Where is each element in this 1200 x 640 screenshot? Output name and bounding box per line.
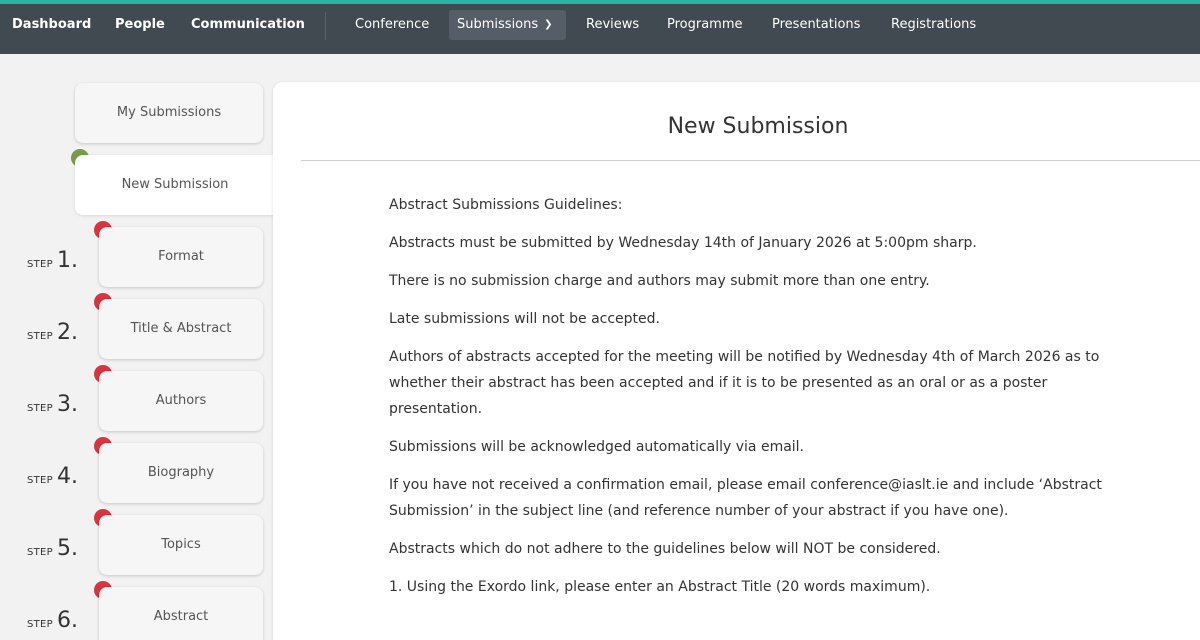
step-tab-authors[interactable]: Authors	[99, 371, 263, 431]
guidelines-text: Abstract Submissions Guidelines: Abstrac…	[389, 192, 1129, 612]
nav-communication[interactable]: Communication	[183, 10, 313, 40]
nav-presentations[interactable]: Presentations	[764, 10, 868, 40]
nav-dashboard[interactable]: Dashboard	[4, 10, 99, 40]
new-submission-tab[interactable]: New Submission	[75, 155, 275, 215]
step-tab-title-abstract[interactable]: Title & Abstract	[99, 299, 263, 359]
guideline-paragraph: Abstract Submissions Guidelines:	[389, 197, 623, 213]
guideline-paragraph: Abstracts which do not adhere to the gui…	[389, 541, 941, 557]
my-submissions-tab[interactable]: My Submissions	[75, 83, 263, 143]
nav-divider	[325, 12, 326, 40]
top-navigation: Dashboard People Communication Conferenc…	[0, 0, 1200, 54]
step-number-2: STEP 2.	[27, 320, 79, 345]
guideline-paragraph: Submissions will be acknowledged automat…	[389, 439, 805, 455]
guideline-paragraph: There is no submission charge and author…	[389, 273, 930, 289]
nav-programme[interactable]: Programme	[659, 10, 751, 40]
nav-reviews[interactable]: Reviews	[578, 10, 647, 40]
nav-conference[interactable]: Conference	[347, 10, 437, 40]
nav-registrations[interactable]: Registrations	[883, 10, 984, 40]
nav-submissions-label: Submissions	[457, 17, 539, 32]
step-tab-abstract[interactable]: Abstract	[99, 587, 263, 640]
step-tab-topics[interactable]: Topics	[99, 515, 263, 575]
step-number-6: STEP 6.	[27, 608, 79, 633]
guideline-paragraph: Late submissions will not be accepted.	[389, 311, 660, 327]
step-number-1: STEP 1.	[27, 248, 79, 273]
step-number-3: STEP 3.	[27, 392, 79, 417]
guideline-paragraph: Authors of abstracts accepted for the me…	[389, 349, 1100, 417]
step-number-4: STEP 4.	[27, 464, 79, 489]
chevron-down-icon: ❯	[544, 19, 553, 30]
guideline-paragraph: 1. Using the Exordo link, please enter a…	[389, 579, 931, 595]
nav-people[interactable]: People	[107, 10, 173, 40]
step-number-5: STEP 5.	[27, 536, 79, 561]
title-divider	[301, 160, 1200, 161]
guideline-paragraph: If you have not received a confirmation …	[389, 477, 1102, 519]
nav-submissions[interactable]: Submissions ❯	[449, 10, 566, 40]
step-tab-biography[interactable]: Biography	[99, 443, 263, 503]
page-title: New Submission	[667, 114, 849, 139]
guideline-paragraph: Abstracts must be submitted by Wednesday…	[389, 235, 977, 251]
main-panel: New Submission Abstract Submissions Guid…	[273, 82, 1200, 640]
step-tab-format[interactable]: Format	[99, 227, 263, 287]
